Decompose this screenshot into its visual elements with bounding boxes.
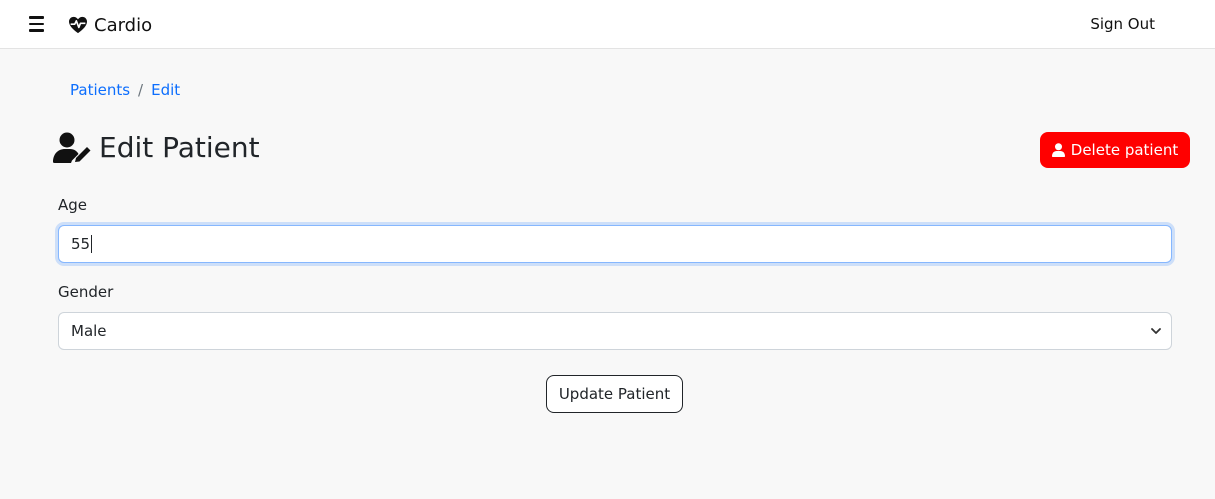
delete-patient-button[interactable]: Delete patient [1040,132,1190,168]
user-edit-icon [53,132,91,163]
sign-out-link[interactable]: Sign Out [1090,15,1155,33]
age-label: Age [58,196,88,214]
age-value: 55 [71,235,91,253]
text-caret [91,235,93,253]
gender-select[interactable]: Male [58,312,1172,350]
breadcrumb: Patients / Edit [70,81,180,99]
chevron-down-icon [1151,328,1161,334]
brand-link[interactable]: Cardio [68,13,152,37]
brand-name: Cardio [94,14,153,36]
gender-selected-value: Male [71,322,107,340]
gender-label: Gender [58,283,114,301]
update-patient-button[interactable]: Update Patient [546,375,683,413]
page-title: Edit Patient [53,131,260,164]
hamburger-menu-icon[interactable] [29,14,49,34]
heart-pulse-icon [69,16,87,34]
age-input[interactable]: 55 [58,225,1172,263]
breadcrumb-edit[interactable]: Edit [151,81,180,99]
top-navbar: Cardio Sign Out [0,0,1215,49]
page-title-text: Edit Patient [99,131,260,164]
breadcrumb-separator: / [138,81,144,99]
user-icon [1051,143,1065,157]
delete-patient-label: Delete patient [1070,141,1179,159]
breadcrumb-patients[interactable]: Patients [70,81,130,99]
